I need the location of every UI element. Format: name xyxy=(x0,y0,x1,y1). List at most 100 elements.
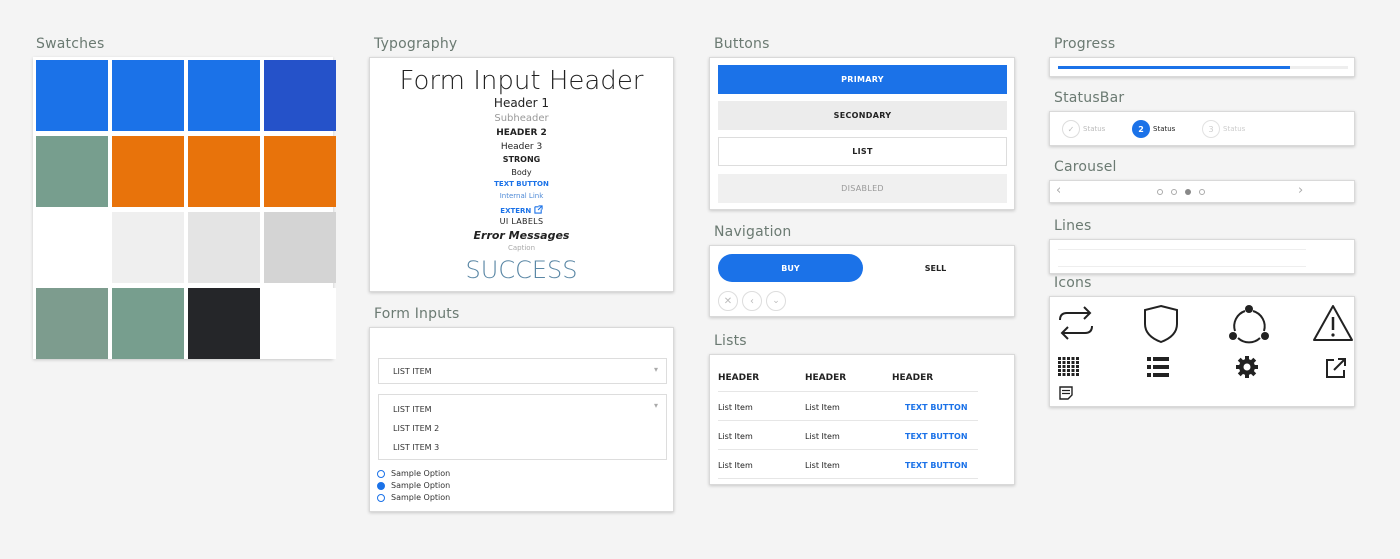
section-title-carousel: Carousel xyxy=(1054,159,1117,175)
swap-arrows-icon xyxy=(1059,306,1093,340)
disabled-button: DISABLED xyxy=(718,174,1007,203)
status-label: Status xyxy=(1153,125,1176,133)
internal-link[interactable]: Internal Link xyxy=(370,193,673,200)
chevron-down-icon: ▾ xyxy=(653,401,658,410)
icons-card xyxy=(1049,296,1355,407)
color-swatch[interactable] xyxy=(188,136,260,207)
buy-tab[interactable]: BUY xyxy=(718,254,863,282)
select-field[interactable]: LIST ITEM ▾ xyxy=(378,358,667,384)
section-title-statusbar: StatusBar xyxy=(1054,90,1125,106)
color-swatch[interactable] xyxy=(112,212,184,283)
check-icon: ✓ xyxy=(1062,120,1080,138)
statusbar-card: ✓ Status 2 Status 3 Status xyxy=(1049,111,1355,146)
header-3: Header 3 xyxy=(500,142,543,152)
select-value: LIST ITEM xyxy=(393,367,432,376)
radio-button[interactable] xyxy=(377,482,385,490)
row-text-button[interactable]: TEXT BUTTON xyxy=(905,432,968,441)
header-2: HEADER 2 xyxy=(496,128,547,138)
lists-card: HEADER HEADER HEADER List Item List Item… xyxy=(709,354,1015,485)
carousel-dot[interactable] xyxy=(1171,189,1177,195)
progress-track xyxy=(1058,66,1348,69)
body-text: Body xyxy=(511,168,532,177)
section-title-navigation: Navigation xyxy=(714,224,792,240)
step-number-badge: 2 xyxy=(1132,120,1150,138)
dropdown-option[interactable]: LIST ITEM xyxy=(393,405,432,414)
row-text-button[interactable]: TEXT BUTTON xyxy=(905,403,968,412)
external-link-icon xyxy=(1326,358,1346,378)
extern-link[interactable]: EXTERN xyxy=(370,205,673,215)
form-inputs-card: LIST ITEM ▾ ▾ LIST ITEM LIST ITEM 2 LIST… xyxy=(369,327,674,512)
radio-button[interactable] xyxy=(377,494,385,502)
chevron-left-icon[interactable]: ‹ xyxy=(1056,183,1061,198)
header-1: Header 1 xyxy=(493,96,550,110)
dropdown-option[interactable]: LIST ITEM 3 xyxy=(393,443,439,452)
sell-tab[interactable]: SELL xyxy=(863,254,1008,282)
table-cell: List Item xyxy=(805,403,840,412)
carousel-dot[interactable] xyxy=(1185,189,1191,195)
close-icon[interactable]: ✕ xyxy=(718,291,738,311)
step-number-badge: 3 xyxy=(1202,120,1220,138)
caption: Caption xyxy=(507,244,536,252)
color-swatch[interactable] xyxy=(36,212,108,283)
table-cell: List Item xyxy=(718,461,753,470)
table-header-row: HEADER HEADER HEADER xyxy=(718,362,978,392)
chevron-right-icon[interactable]: › xyxy=(1298,183,1303,198)
table-header: HEADER xyxy=(805,373,847,383)
chevron-down-icon: ▾ xyxy=(653,365,658,374)
table-header: HEADER xyxy=(718,373,760,383)
error-messages: Error Messages xyxy=(473,229,570,242)
form-input-header: Form Input Header xyxy=(399,66,644,96)
open-dropdown[interactable]: ▾ LIST ITEM LIST ITEM 2 LIST ITEM 3 xyxy=(378,394,667,460)
subheader: Subheader xyxy=(494,113,549,124)
progress-fill xyxy=(1058,66,1290,69)
sync-nodes-icon xyxy=(1229,305,1269,344)
list-button[interactable]: LIST xyxy=(718,137,1007,166)
section-title-lines: Lines xyxy=(1054,218,1092,234)
radio-button[interactable] xyxy=(377,470,385,478)
carousel-dot[interactable] xyxy=(1199,189,1205,195)
color-swatch[interactable] xyxy=(188,288,260,359)
section-title-progress: Progress xyxy=(1054,36,1116,52)
color-swatch[interactable] xyxy=(36,136,108,207)
table-cell: List Item xyxy=(718,403,753,412)
section-title-swatches: Swatches xyxy=(36,36,105,52)
section-title-buttons: Buttons xyxy=(714,36,770,52)
shield-icon xyxy=(1144,304,1178,344)
table-row: List Item List Item TEXT BUTTON xyxy=(718,450,978,479)
table-row: List Item List Item TEXT BUTTON xyxy=(718,392,978,421)
chevron-down-icon[interactable]: ⌄ xyxy=(766,291,786,311)
color-swatch[interactable] xyxy=(36,288,108,359)
secondary-button[interactable]: SECONDARY xyxy=(718,101,1007,130)
gear-icon xyxy=(1236,356,1258,378)
lines-card xyxy=(1049,239,1355,274)
color-swatch[interactable] xyxy=(112,288,184,359)
color-swatch[interactable] xyxy=(188,60,260,131)
chevron-left-icon[interactable]: ‹ xyxy=(742,291,762,311)
radio-label: Sample Option xyxy=(391,481,451,490)
carousel-dots xyxy=(1157,189,1217,196)
section-title-icons: Icons xyxy=(1054,275,1092,291)
color-swatch[interactable] xyxy=(36,60,108,131)
extern-label: EXTERN xyxy=(500,207,532,215)
color-swatch[interactable] xyxy=(112,60,184,131)
section-title-lists: Lists xyxy=(714,333,747,349)
color-swatch[interactable] xyxy=(264,60,336,131)
color-swatch[interactable] xyxy=(264,212,336,283)
color-swatch[interactable] xyxy=(112,136,184,207)
section-title-typography: Typography xyxy=(374,36,458,52)
carousel-dot[interactable] xyxy=(1157,189,1163,195)
row-text-button[interactable]: TEXT BUTTON xyxy=(905,461,968,470)
color-swatch[interactable] xyxy=(264,288,336,359)
carousel-card: ‹ › xyxy=(1049,180,1355,203)
table-cell: List Item xyxy=(718,432,753,441)
text-button[interactable]: TEXT BUTTON xyxy=(370,181,673,188)
dropdown-option[interactable]: LIST ITEM 2 xyxy=(393,424,439,433)
swatch-grid xyxy=(33,57,336,359)
color-swatch[interactable] xyxy=(264,136,336,207)
color-swatch[interactable] xyxy=(188,212,260,283)
primary-button[interactable]: PRIMARY xyxy=(718,65,1007,94)
notes-icon xyxy=(1059,386,1073,400)
status-label: Status xyxy=(1223,125,1246,133)
external-link-icon xyxy=(534,205,543,214)
warning-icon xyxy=(1313,305,1353,341)
